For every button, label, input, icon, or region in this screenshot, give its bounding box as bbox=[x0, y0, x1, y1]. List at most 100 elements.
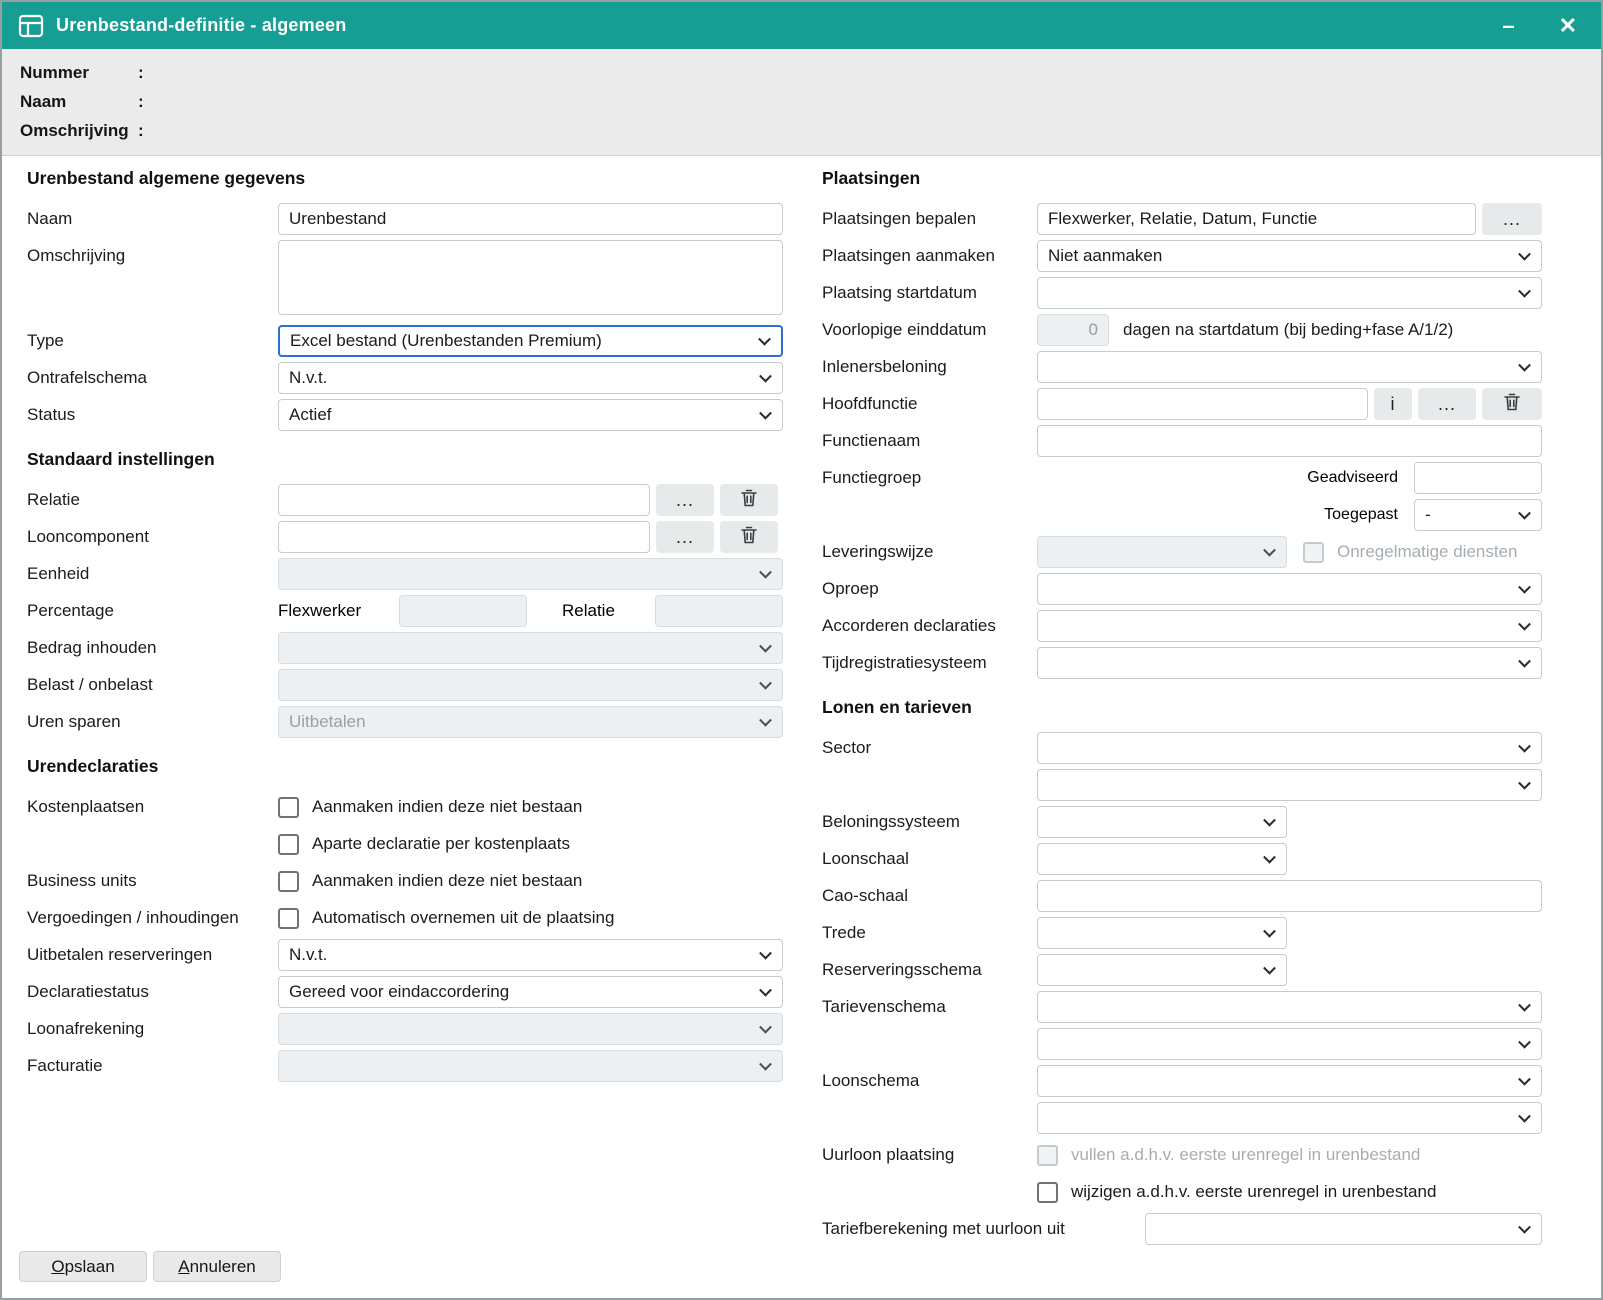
uurloon-wijzigen-checkbox[interactable] bbox=[1037, 1182, 1058, 1203]
save-button[interactable]: Opslaan bbox=[19, 1251, 147, 1282]
loonschema-select-1[interactable] bbox=[1037, 1065, 1542, 1097]
kostenplaatsen-aanmaken-row: Aanmaken indien deze niet bestaan bbox=[278, 791, 783, 823]
beloningssysteem-label: Beloningssysteem bbox=[822, 812, 1037, 832]
aparte-declaratie-label: Aparte declaratie per kostenplaats bbox=[312, 834, 570, 854]
chevron-down-icon bbox=[1518, 248, 1531, 261]
leveringswijze-select bbox=[1037, 536, 1287, 568]
business-units-aanmaken-label: Aanmaken indien deze niet bestaan bbox=[312, 871, 582, 891]
field-loonschema: Loonschema bbox=[822, 1065, 1542, 1134]
section-title-lonen-en-tarieven: Lonen en tarieven bbox=[822, 697, 1542, 718]
ellipsis-icon: ... bbox=[676, 527, 694, 548]
nummer-label: Nummer bbox=[20, 63, 138, 83]
hoofdfunctie-input[interactable] bbox=[1037, 388, 1368, 420]
title-bar: Urenbestand-definitie - algemeen – ✕ bbox=[2, 2, 1601, 49]
type-select[interactable]: Excel bestand (Urenbestanden Premium) bbox=[278, 325, 783, 357]
vergoedingen-overnemen-checkbox[interactable] bbox=[278, 908, 299, 929]
looncomponent-lookup-button[interactable]: ... bbox=[656, 521, 714, 553]
type-label: Type bbox=[27, 331, 278, 351]
chevron-down-icon bbox=[759, 640, 772, 653]
tijdregistratiesysteem-select[interactable] bbox=[1037, 647, 1542, 679]
tarievenschema-select-2[interactable] bbox=[1037, 1028, 1542, 1060]
field-reserveringsschema: Reserveringsschema bbox=[822, 954, 1542, 986]
chevron-down-icon bbox=[759, 677, 772, 690]
plaatsingen-bepalen-lookup-button[interactable]: ... bbox=[1482, 203, 1542, 235]
bedrag-inhouden-label: Bedrag inhouden bbox=[27, 638, 278, 658]
vergoedingen-row: Automatisch overnemen uit de plaatsing bbox=[278, 902, 783, 934]
tariefberekening-label: Tariefberekening met uurloon uit bbox=[822, 1219, 1145, 1239]
relatie-input[interactable] bbox=[278, 484, 650, 516]
field-voorlopige-einddatum: Voorlopige einddatum dagen na startdatum… bbox=[822, 314, 1542, 346]
uurloon-plaatsing-label: Uurloon plaatsing bbox=[822, 1139, 1037, 1165]
plaatsing-startdatum-label: Plaatsing startdatum bbox=[822, 283, 1037, 303]
tarievenschema-select-1[interactable] bbox=[1037, 991, 1542, 1023]
loonschaal-select[interactable] bbox=[1037, 843, 1287, 875]
relatie-lookup-button[interactable]: ... bbox=[656, 484, 714, 516]
toegepast-select[interactable]: - bbox=[1414, 499, 1542, 531]
ontrafelschema-select[interactable]: N.v.t. bbox=[278, 362, 783, 394]
field-looncomponent: Looncomponent ... bbox=[27, 521, 783, 553]
naam-label: Naam bbox=[27, 209, 278, 229]
accorderen-declaraties-label: Accorderen declaraties bbox=[822, 616, 1037, 636]
tijdregistratiesysteem-label: Tijdregistratiesysteem bbox=[822, 653, 1037, 673]
field-bedrag-inhouden: Bedrag inhouden bbox=[27, 632, 783, 664]
plaatsing-startdatum-select[interactable] bbox=[1037, 277, 1542, 309]
reserveringsschema-select[interactable] bbox=[1037, 954, 1287, 986]
field-loonschaal: Loonschaal bbox=[822, 843, 1542, 875]
sector-select-2[interactable] bbox=[1037, 769, 1542, 801]
inlenersbeloning-select[interactable] bbox=[1037, 351, 1542, 383]
loonschema-select-2[interactable] bbox=[1037, 1102, 1542, 1134]
status-select-value: Actief bbox=[289, 405, 332, 425]
field-type: Type Excel bestand (Urenbestanden Premiu… bbox=[27, 325, 783, 357]
minimize-button[interactable]: – bbox=[1494, 11, 1522, 41]
trede-select[interactable] bbox=[1037, 917, 1287, 949]
type-select-value: Excel bestand (Urenbestanden Premium) bbox=[290, 331, 602, 351]
tariefberekening-select[interactable] bbox=[1145, 1213, 1542, 1245]
field-inlenersbeloning: Inlenersbeloning bbox=[822, 351, 1542, 383]
field-vergoedingen: Vergoedingen / inhoudingen Automatisch o… bbox=[27, 902, 783, 934]
cancel-button[interactable]: Annuleren bbox=[153, 1251, 281, 1282]
business-units-label: Business units bbox=[27, 871, 278, 891]
hoofdfunctie-lookup-button[interactable]: ... bbox=[1418, 388, 1476, 420]
functienaam-input[interactable] bbox=[1037, 425, 1542, 457]
functiegroep-label: Functiegroep bbox=[822, 462, 1037, 488]
geadviseerd-input[interactable] bbox=[1414, 462, 1542, 494]
trash-icon bbox=[741, 489, 757, 512]
percentage-relatie-label: Relatie bbox=[562, 601, 655, 621]
oproep-select[interactable] bbox=[1037, 573, 1542, 605]
plaatsingen-bepalen-input[interactable] bbox=[1037, 203, 1476, 235]
hoofdfunctie-clear-button[interactable] bbox=[1482, 388, 1542, 420]
sector-select-1[interactable] bbox=[1037, 732, 1542, 764]
accorderen-declaraties-select[interactable] bbox=[1037, 610, 1542, 642]
section-title-algemene-gegevens: Urenbestand algemene gegevens bbox=[27, 168, 783, 189]
kostenplaatsen-aanmaken-checkbox[interactable] bbox=[278, 797, 299, 818]
cao-schaal-input[interactable] bbox=[1037, 880, 1542, 912]
field-sector: Sector bbox=[822, 732, 1542, 801]
uurloon-vullen-checkbox bbox=[1037, 1145, 1058, 1166]
hoofdfunctie-info-button[interactable]: i bbox=[1374, 388, 1412, 420]
chevron-down-icon bbox=[759, 984, 772, 997]
chevron-down-icon bbox=[759, 1058, 772, 1071]
percentage-relatie-input bbox=[655, 595, 783, 627]
chevron-down-icon bbox=[1263, 851, 1276, 864]
ellipsis-icon: ... bbox=[1438, 394, 1456, 415]
omschrijving-textarea[interactable] bbox=[278, 240, 783, 315]
declaratiestatus-select[interactable]: Gereed voor eindaccordering bbox=[278, 976, 783, 1008]
naam-input[interactable] bbox=[278, 203, 783, 235]
nummer-colon: : bbox=[138, 63, 144, 83]
status-select[interactable]: Actief bbox=[278, 399, 783, 431]
field-oproep: Oproep bbox=[822, 573, 1542, 605]
window-controls: – ✕ bbox=[1494, 11, 1585, 41]
looncomponent-clear-button[interactable] bbox=[720, 521, 778, 553]
business-units-aanmaken-checkbox[interactable] bbox=[278, 871, 299, 892]
aparte-declaratie-checkbox[interactable] bbox=[278, 834, 299, 855]
declaratiestatus-value: Gereed voor eindaccordering bbox=[289, 982, 509, 1002]
leveringswijze-label: Leveringswijze bbox=[822, 542, 1037, 562]
relatie-clear-button[interactable] bbox=[720, 484, 778, 516]
facturatie-label: Facturatie bbox=[27, 1056, 278, 1076]
looncomponent-input[interactable] bbox=[278, 521, 650, 553]
uitbetalen-reserveringen-select[interactable]: N.v.t. bbox=[278, 939, 783, 971]
field-uren-sparen: Uren sparen Uitbetalen bbox=[27, 706, 783, 738]
beloningssysteem-select[interactable] bbox=[1037, 806, 1287, 838]
close-button[interactable]: ✕ bbox=[1551, 11, 1585, 41]
plaatsingen-aanmaken-select[interactable]: Niet aanmaken bbox=[1037, 240, 1542, 272]
